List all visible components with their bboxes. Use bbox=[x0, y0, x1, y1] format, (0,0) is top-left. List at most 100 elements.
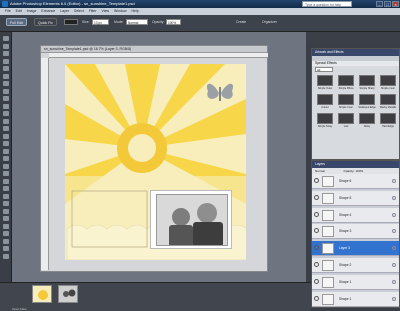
effect-item[interactable]: Low bbox=[336, 113, 356, 130]
full-edit-button[interactable]: Full Edit bbox=[6, 18, 27, 26]
help-search-input[interactable]: Type a question for help bbox=[302, 1, 352, 7]
tool-icon[interactable] bbox=[3, 58, 9, 64]
layer-link-icon[interactable] bbox=[392, 246, 396, 251]
menu-item-layer[interactable]: Layer bbox=[60, 9, 69, 13]
tool-icon[interactable] bbox=[3, 156, 9, 161]
layers-opacity-value[interactable]: 100% bbox=[355, 169, 363, 173]
maximize-button[interactable]: □ bbox=[384, 1, 391, 7]
menu-item-filter[interactable]: Filter bbox=[89, 9, 97, 13]
tool-icon[interactable] bbox=[3, 88, 9, 94]
visibility-eye-icon[interactable] bbox=[314, 211, 319, 217]
tool-icon[interactable] bbox=[3, 126, 9, 131]
visibility-eye-icon[interactable] bbox=[314, 245, 319, 251]
menu-item-image[interactable]: Image bbox=[27, 9, 37, 13]
effect-item[interactable]: Simple Pillow bbox=[336, 75, 356, 92]
tool-icon[interactable] bbox=[3, 193, 9, 199]
layer-row[interactable]: Shape 1 bbox=[312, 291, 399, 307]
quick-fix-button[interactable]: Quick Fix bbox=[34, 18, 57, 26]
tool-icon[interactable] bbox=[3, 223, 9, 229]
visibility-eye-icon[interactable] bbox=[314, 278, 319, 284]
organizer-button[interactable]: Organizer bbox=[262, 20, 277, 24]
menu-item-select[interactable]: Select bbox=[74, 9, 84, 13]
effects-filter-dropdown[interactable]: All bbox=[315, 67, 333, 72]
menu-item-view[interactable]: View bbox=[102, 9, 110, 13]
layer-link-icon[interactable] bbox=[392, 296, 396, 301]
visibility-eye-icon[interactable] bbox=[314, 262, 319, 267]
visibility-eye-icon[interactable] bbox=[314, 178, 319, 183]
menu-item-edit[interactable]: Edit bbox=[16, 9, 22, 13]
tool-icon[interactable] bbox=[3, 66, 9, 71]
layer-link-icon[interactable] bbox=[392, 263, 396, 267]
tool-icon[interactable] bbox=[3, 208, 9, 214]
tool-icon[interactable] bbox=[3, 216, 9, 221]
tool-icon[interactable] bbox=[3, 96, 9, 101]
create-button[interactable]: Create bbox=[236, 20, 246, 24]
layer-link-icon[interactable] bbox=[392, 229, 396, 234]
tool-icon[interactable] bbox=[3, 148, 9, 154]
effect-thumbnail bbox=[317, 75, 333, 86]
effect-item[interactable]: Simple Inner bbox=[336, 94, 356, 111]
tool-icon[interactable] bbox=[3, 133, 9, 139]
effect-item[interactable]: Hard Edge bbox=[378, 113, 398, 130]
tool-icon[interactable] bbox=[3, 163, 9, 169]
visibility-eye-icon[interactable] bbox=[314, 228, 319, 234]
layer-link-icon[interactable] bbox=[392, 279, 396, 284]
layer-row[interactable]: Shape 3 bbox=[312, 224, 399, 240]
layer-row[interactable]: Shape 4 bbox=[312, 207, 399, 223]
layer-row[interactable]: Shape 5 bbox=[312, 190, 399, 206]
tool-icon[interactable] bbox=[3, 111, 9, 116]
layer-row[interactable]: Layer 3 bbox=[312, 241, 399, 257]
menu-item-enhance[interactable]: Enhance bbox=[41, 9, 55, 13]
tool-icon[interactable] bbox=[3, 246, 9, 251]
menu-item-help[interactable]: Help bbox=[132, 9, 139, 13]
opacity-field[interactable]: 100% bbox=[166, 19, 181, 25]
tool-icon[interactable] bbox=[3, 231, 9, 236]
effect-item[interactable]: Simple Inner bbox=[378, 75, 398, 92]
tool-icon[interactable] bbox=[3, 253, 9, 259]
layer-link-icon[interactable] bbox=[392, 179, 396, 183]
minimize-button[interactable]: – bbox=[376, 1, 383, 7]
layer-row[interactable]: Shape 1 bbox=[312, 274, 399, 290]
brush-preview[interactable] bbox=[64, 19, 78, 25]
tool-icon[interactable] bbox=[3, 141, 9, 146]
effect-item[interactable]: Cutout bbox=[315, 94, 335, 111]
close-button[interactable]: × bbox=[392, 1, 399, 7]
visibility-eye-icon[interactable] bbox=[314, 194, 319, 200]
effect-item[interactable]: Noisy bbox=[357, 113, 377, 130]
effect-item[interactable]: Simple Noisy bbox=[315, 113, 335, 130]
menu-item-file[interactable]: File bbox=[5, 9, 11, 13]
tool-icon[interactable] bbox=[3, 51, 9, 56]
mode-select[interactable]: Normal bbox=[126, 19, 148, 25]
tool-icon[interactable] bbox=[3, 178, 9, 184]
effect-item[interactable]: Scalloped Edge bbox=[357, 94, 377, 111]
family-photo[interactable] bbox=[156, 194, 228, 246]
layer-row[interactable]: Shape 2 bbox=[312, 258, 399, 273]
tool-icon[interactable] bbox=[3, 171, 9, 176]
effect-label: Simple Sharp bbox=[359, 87, 375, 90]
image-canvas[interactable] bbox=[65, 64, 246, 260]
tool-icon[interactable] bbox=[3, 43, 9, 49]
bin-thumbnail-sunshine[interactable] bbox=[32, 285, 52, 303]
visibility-eye-icon[interactable] bbox=[314, 295, 319, 301]
tool-icon[interactable] bbox=[3, 201, 9, 206]
tool-icon[interactable] bbox=[3, 118, 9, 124]
effect-item[interactable]: Simple Outer bbox=[315, 75, 335, 92]
effect-item[interactable]: Wacky Metallic bbox=[378, 94, 398, 111]
butterfly-embellishment[interactable] bbox=[204, 80, 236, 106]
size-field[interactable]: 13 px bbox=[92, 19, 109, 25]
blend-mode[interactable]: Normal bbox=[315, 169, 325, 173]
effect-item[interactable]: Simple Sharp bbox=[357, 75, 377, 92]
menu-item-window[interactable]: Window bbox=[114, 9, 126, 13]
tool-icon[interactable] bbox=[3, 36, 9, 41]
tool-icon[interactable] bbox=[3, 103, 9, 109]
layer-row[interactable]: Shape 6 bbox=[312, 174, 399, 189]
window-title: Adobe Photoshop Elements 6.0 (Editor) - … bbox=[10, 1, 135, 6]
tool-icon[interactable] bbox=[3, 186, 9, 191]
tool-icon[interactable] bbox=[3, 81, 9, 86]
document-window: sn_sunshine_Template1.psd @ 16.7% (Layer… bbox=[40, 45, 268, 272]
bin-thumbnail-photo[interactable] bbox=[58, 285, 78, 303]
layer-link-icon[interactable] bbox=[392, 212, 396, 217]
tool-icon[interactable] bbox=[3, 73, 9, 79]
tool-icon[interactable] bbox=[3, 238, 9, 244]
layer-link-icon[interactable] bbox=[392, 195, 396, 200]
